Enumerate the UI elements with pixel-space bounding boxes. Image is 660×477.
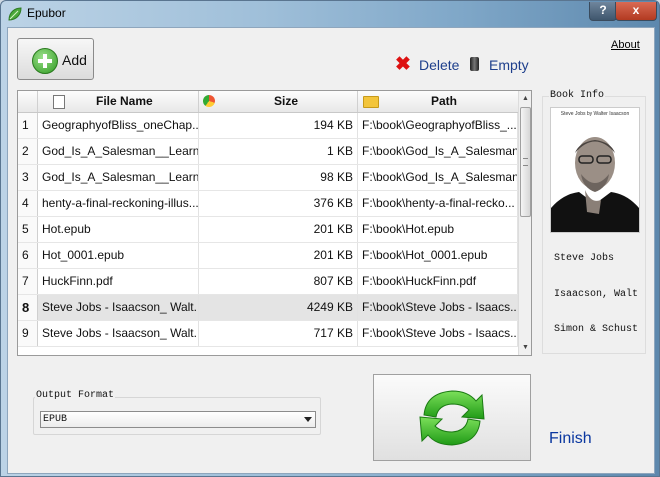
- add-button-label: Add: [62, 52, 87, 68]
- scrollbar-thumb[interactable]: [520, 107, 531, 217]
- table-row[interactable]: 5 Hot.epub 201 KB F:\book\Hot.epub: [18, 217, 518, 243]
- row-number-header: [18, 91, 38, 112]
- row-number: 3: [18, 165, 38, 190]
- trash-can-icon: [470, 57, 479, 71]
- row-number: 8: [18, 295, 38, 320]
- convert-button[interactable]: [373, 374, 531, 461]
- file-name-cell: God_Is_A_Salesman__Learn_...: [38, 139, 199, 164]
- book-cover-image: Steve Jobs by Walter Isaacson: [550, 107, 640, 233]
- scroll-down-arrow-icon[interactable]: ▼: [519, 341, 531, 354]
- file-size-cell: 807 KB: [199, 269, 358, 294]
- refresh-arrows-icon: [419, 390, 485, 446]
- table-row-selected[interactable]: 8 Steve Jobs - Isaacson_ Walt... 4249 KB…: [18, 295, 518, 321]
- file-size-cell: 376 KB: [199, 191, 358, 216]
- file-path-cell: F:\book\HuckFinn.pdf: [358, 269, 518, 294]
- table-row[interactable]: 9 Steve Jobs - Isaacson_ Walt... 717 KB …: [18, 321, 518, 347]
- output-format-select[interactable]: EPUB: [40, 411, 316, 428]
- table-scrollbar[interactable]: ▲ ▼: [518, 91, 531, 355]
- table-row[interactable]: 2 God_Is_A_Salesman__Learn_... 1 KB F:\b…: [18, 139, 518, 165]
- table-row[interactable]: 4 henty-a-final-reckoning-illus... 376 K…: [18, 191, 518, 217]
- folder-icon: [363, 96, 379, 108]
- row-number: 2: [18, 139, 38, 164]
- output-format-legend: Output Format: [35, 390, 116, 401]
- file-table: File Name Size Path 1 GeographyofBliss_o…: [17, 90, 532, 356]
- row-number: 4: [18, 191, 38, 216]
- portrait-picture: [551, 108, 639, 232]
- file-name-cell: Steve Jobs - Isaacson_ Walt...: [38, 295, 199, 320]
- app-window: Epubor ? x Add ✖ Delete Empty About File…: [0, 0, 660, 477]
- add-button[interactable]: Add: [17, 38, 94, 80]
- file-size-cell: 1 KB: [199, 139, 358, 164]
- book-title: Steve Jobs: [554, 253, 615, 264]
- file-name-cell: HuckFinn.pdf: [38, 269, 199, 294]
- document-icon: [53, 95, 65, 109]
- output-format-group: Output Format EPUB: [33, 390, 323, 435]
- file-size-cell: 201 KB: [199, 243, 358, 268]
- file-name-header[interactable]: File Name: [38, 91, 199, 112]
- delete-x-icon: ✖: [395, 54, 411, 75]
- main-panel: Add ✖ Delete Empty About File Name Size: [7, 27, 655, 474]
- help-button[interactable]: ?: [589, 2, 617, 21]
- close-button[interactable]: x: [615, 2, 657, 21]
- file-size-cell: 98 KB: [199, 165, 358, 190]
- size-header[interactable]: Size: [199, 91, 358, 112]
- window-title: Epubor: [27, 6, 66, 20]
- file-size-cell: 194 KB: [199, 113, 358, 138]
- file-path-cell: F:\book\God_Is_A_Salesman_...: [358, 165, 518, 190]
- book-info-panel: Book Info Steve Jobs by Walter Isaacson …: [542, 90, 647, 355]
- chevron-down-icon: [304, 417, 312, 422]
- file-name-cell: Steve Jobs - Isaacson_ Walt...: [38, 321, 199, 346]
- empty-button-label: Empty: [489, 57, 529, 73]
- file-path-cell: F:\book\GeographyofBliss_...: [358, 113, 518, 138]
- table-row[interactable]: 3 God_Is_A_Salesman__Learn_... 98 KB F:\…: [18, 165, 518, 191]
- file-path-cell: F:\book\henty-a-final-recko...: [358, 191, 518, 216]
- file-path-cell: F:\book\Steve Jobs - Isaacs...: [358, 321, 518, 346]
- plus-icon: [32, 48, 58, 74]
- file-path-cell: F:\book\Steve Jobs - Isaacs...: [358, 295, 518, 320]
- book-publisher: Simon & Schust: [554, 324, 639, 335]
- row-number: 7: [18, 269, 38, 294]
- row-number: 9: [18, 321, 38, 346]
- scroll-up-arrow-icon[interactable]: ▲: [519, 92, 531, 105]
- file-size-cell: 717 KB: [199, 321, 358, 346]
- table-header: File Name Size Path: [18, 91, 518, 113]
- row-number: 1: [18, 113, 38, 138]
- file-name-cell: GeographyofBliss_oneChap...: [38, 113, 199, 138]
- table-row[interactable]: 7 HuckFinn.pdf 807 KB F:\book\HuckFinn.p…: [18, 269, 518, 295]
- file-size-cell: 201 KB: [199, 217, 358, 242]
- book-info-legend: Book Info: [549, 90, 606, 101]
- title-bar[interactable]: Epubor ? x: [1, 1, 659, 27]
- book-author: Isaacson, Walt: [554, 289, 639, 300]
- leaf-app-icon: [8, 7, 22, 21]
- cover-caption: Steve Jobs by Walter Isaacson: [560, 111, 630, 117]
- delete-button-label: Delete: [419, 57, 460, 73]
- file-name-cell: henty-a-final-reckoning-illus...: [38, 191, 199, 216]
- grip-icon: [523, 158, 528, 166]
- file-name-cell: Hot_0001.epub: [38, 243, 199, 268]
- file-size-cell: 4249 KB: [199, 295, 358, 320]
- file-path-cell: F:\book\Hot_0001.epub: [358, 243, 518, 268]
- file-name-cell: God_Is_A_Salesman__Learn_...: [38, 165, 199, 190]
- finish-status: Finish: [549, 430, 592, 447]
- output-format-value: EPUB: [43, 414, 68, 425]
- row-number: 6: [18, 243, 38, 268]
- table-row[interactable]: 6 Hot_0001.epub 201 KB F:\book\Hot_0001.…: [18, 243, 518, 269]
- table-row[interactable]: 1 GeographyofBliss_oneChap... 194 KB F:\…: [18, 113, 518, 139]
- about-link[interactable]: About: [611, 39, 640, 51]
- file-path-cell: F:\book\God_Is_A_Salesman_...: [358, 139, 518, 164]
- row-number: 5: [18, 217, 38, 242]
- file-name-cell: Hot.epub: [38, 217, 199, 242]
- pie-chart-icon: [203, 95, 215, 107]
- file-path-cell: F:\book\Hot.epub: [358, 217, 518, 242]
- path-header[interactable]: Path: [358, 91, 518, 112]
